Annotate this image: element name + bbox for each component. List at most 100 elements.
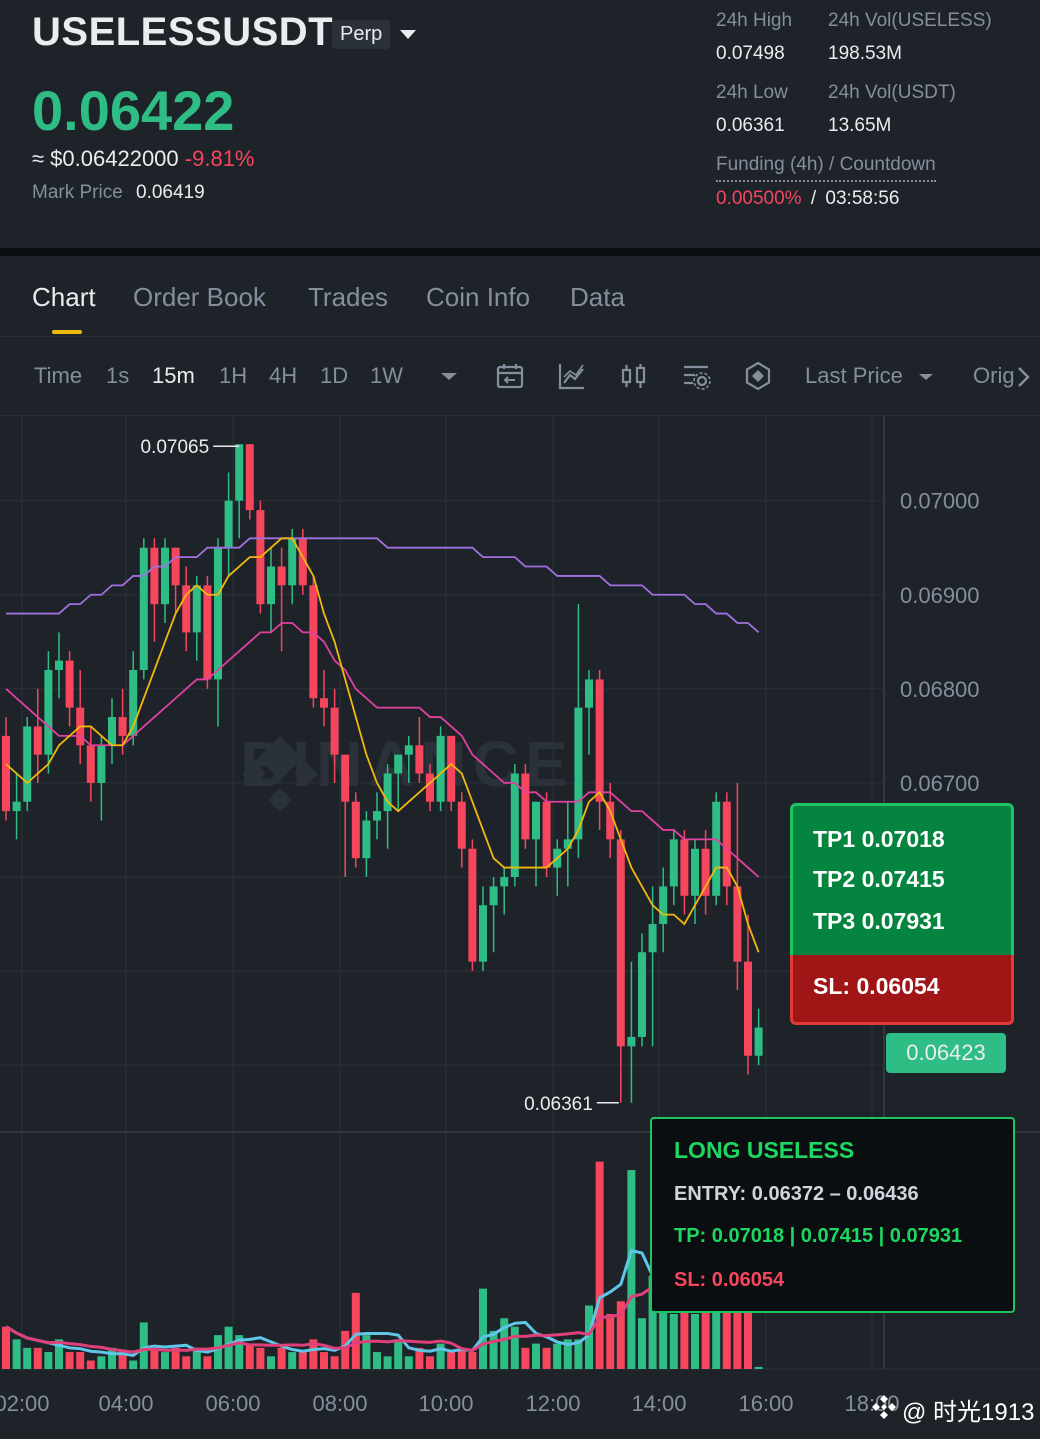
interval-time[interactable]: Time — [34, 363, 82, 389]
candle-body — [108, 717, 116, 746]
tab-chart[interactable]: Chart — [32, 282, 96, 313]
volume-bar — [606, 1313, 615, 1369]
candle-body — [595, 679, 604, 802]
candle-body — [33, 726, 42, 755]
candle-body — [383, 773, 392, 812]
long-title: LONG USELESS — [674, 1137, 855, 1163]
candle-type-icon[interactable] — [619, 361, 649, 391]
chart-toolbar: Time 1s 15m 1H 4H 1D 1W Last Price Orig — [0, 337, 1040, 416]
tp1-label: TP1 0.07018 — [813, 826, 945, 852]
time-tick-label: 08:00 — [312, 1391, 367, 1416]
funding-rate: 0.00500% — [716, 188, 802, 209]
price-type-caret-icon[interactable] — [916, 367, 936, 387]
chart-area[interactable]: BINANCE 0.070000.069000.068000.067000.06… — [0, 416, 1040, 1434]
volume-bar — [150, 1347, 159, 1369]
candle-body — [224, 500, 233, 548]
candle-body — [267, 566, 275, 605]
volume-bar — [86, 1360, 95, 1369]
funding-countdown: 03:58:56 — [825, 188, 900, 209]
candle-body — [659, 886, 668, 925]
funding-separator: / — [810, 188, 817, 209]
price-tick-label: 0.06900 — [900, 583, 980, 608]
indicator-icon[interactable] — [557, 361, 587, 391]
long-entry: ENTRY: 0.06372 – 0.06436 — [674, 1183, 919, 1205]
usd-price: ≈ $0.06422000 — [32, 146, 179, 171]
chart-settings-icon[interactable] — [681, 361, 711, 391]
volume-bar — [161, 1352, 169, 1369]
interval-more-icon[interactable] — [434, 361, 464, 391]
candle-body — [691, 848, 699, 896]
candle-body — [744, 961, 752, 1056]
volume-bar — [23, 1347, 32, 1369]
volume-bar — [267, 1356, 275, 1369]
tab-trades[interactable]: Trades — [308, 282, 388, 313]
volume-bar — [553, 1343, 562, 1369]
interval-1h[interactable]: 1H — [219, 363, 247, 389]
volume-bar — [288, 1352, 297, 1369]
volume-bar — [542, 1347, 551, 1369]
volume-bar — [224, 1326, 233, 1369]
tp2-label: TP2 0.07415 — [813, 866, 945, 892]
author-watermark: @ 时光1913 — [902, 1399, 1035, 1426]
candle-body — [288, 538, 297, 586]
price-tick-label: 0.07000 — [900, 489, 980, 514]
volume-bar — [447, 1352, 456, 1369]
volume-bar — [383, 1356, 392, 1369]
volume-bar — [139, 1322, 148, 1369]
mark-price-label: Mark Price — [32, 182, 123, 203]
funding-label[interactable]: Funding (4h) / Countdown — [716, 154, 936, 182]
candle-body — [118, 717, 127, 736]
price-type-select[interactable]: Last Price — [805, 363, 903, 389]
volume-bar — [97, 1356, 106, 1369]
volume-bar — [468, 1352, 477, 1369]
hexagon-tool-icon[interactable] — [743, 361, 773, 391]
symbol-name[interactable]: USELESSUSDT — [32, 10, 333, 55]
interval-1w[interactable]: 1W — [370, 363, 403, 389]
contract-type-badge: Perp — [332, 20, 391, 49]
candle-body — [669, 839, 678, 887]
candle-body — [330, 707, 339, 755]
candle-body — [245, 444, 254, 511]
volume-bar — [65, 1352, 74, 1369]
original-view-button[interactable]: Orig — [973, 363, 1017, 389]
volume-bar — [12, 1339, 21, 1369]
candle-body — [203, 585, 212, 680]
chevron-down-icon[interactable] — [400, 30, 416, 39]
candle-body — [701, 848, 710, 896]
volume-bar — [76, 1352, 85, 1369]
interval-1d[interactable]: 1D — [320, 363, 348, 389]
tab-order-book[interactable]: Order Book — [133, 282, 266, 313]
volume-bar — [373, 1352, 381, 1369]
interval-15m[interactable]: 15m — [152, 363, 195, 389]
tp3-label: TP3 0.07931 — [813, 908, 945, 934]
volume-bar — [320, 1352, 328, 1369]
candle-body — [394, 754, 403, 774]
tab-data[interactable]: Data — [570, 282, 625, 313]
volume-bar — [638, 1318, 646, 1369]
interval-4h[interactable]: 4H — [269, 363, 297, 389]
sl-label: SL: 0.06054 — [813, 973, 940, 999]
volume-bar — [479, 1288, 487, 1369]
candle-body — [12, 801, 21, 812]
candle-body — [23, 726, 32, 802]
volume-bar — [754, 1366, 763, 1369]
tab-coin-info[interactable]: Coin Info — [426, 282, 530, 313]
time-tick-label: 10:00 — [418, 1391, 473, 1416]
candle-body — [150, 547, 159, 605]
candle-body — [426, 773, 434, 802]
chevron-right-icon[interactable] — [1014, 365, 1034, 389]
candle-body — [362, 820, 371, 859]
volume-bar — [214, 1335, 222, 1369]
long-take-profit: TP: 0.07018 | 0.07415 | 0.07931 — [674, 1225, 963, 1247]
take-profit-panel: TP1 0.07018 TP2 0.07415 TP3 0.07931 — [790, 803, 1014, 955]
volume-bar — [298, 1352, 307, 1369]
volume-bar — [245, 1343, 254, 1369]
interval-1s[interactable]: 1s — [106, 363, 129, 389]
volume-bar — [2, 1326, 10, 1369]
volume-bar — [521, 1347, 530, 1369]
ticker-header: USELESSUSDT Perp 0.06422 ≈ $0.06422000 -… — [0, 0, 1040, 248]
candle-body — [532, 801, 540, 840]
volume-bar — [510, 1326, 519, 1369]
calendar-icon[interactable] — [495, 361, 525, 391]
active-tab-indicator — [52, 330, 82, 334]
